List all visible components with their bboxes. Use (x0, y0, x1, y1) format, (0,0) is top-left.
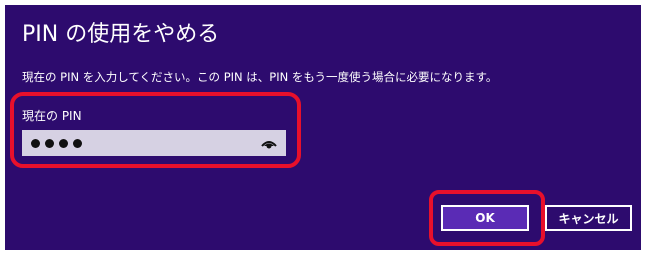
pin-field-label: 現在の PIN (22, 109, 82, 123)
ok-button[interactable]: OK (441, 205, 529, 231)
pin-dot (73, 139, 82, 148)
pin-dot (31, 139, 40, 148)
dialog-title: PIN の使用をやめる (22, 22, 220, 47)
pin-dot (59, 139, 68, 148)
dialog-description: 現在の PIN を入力してください。この PIN は、PIN をもう一度使う場合… (22, 70, 498, 84)
eye-reveal-icon[interactable] (261, 138, 277, 150)
cancel-button[interactable]: キャンセル (545, 205, 632, 231)
pin-masked-value (31, 135, 82, 148)
pin-dialog: PIN の使用をやめる 現在の PIN を入力してください。この PIN は、P… (5, 5, 641, 250)
pin-dot (45, 139, 54, 148)
pin-input[interactable] (22, 130, 286, 156)
